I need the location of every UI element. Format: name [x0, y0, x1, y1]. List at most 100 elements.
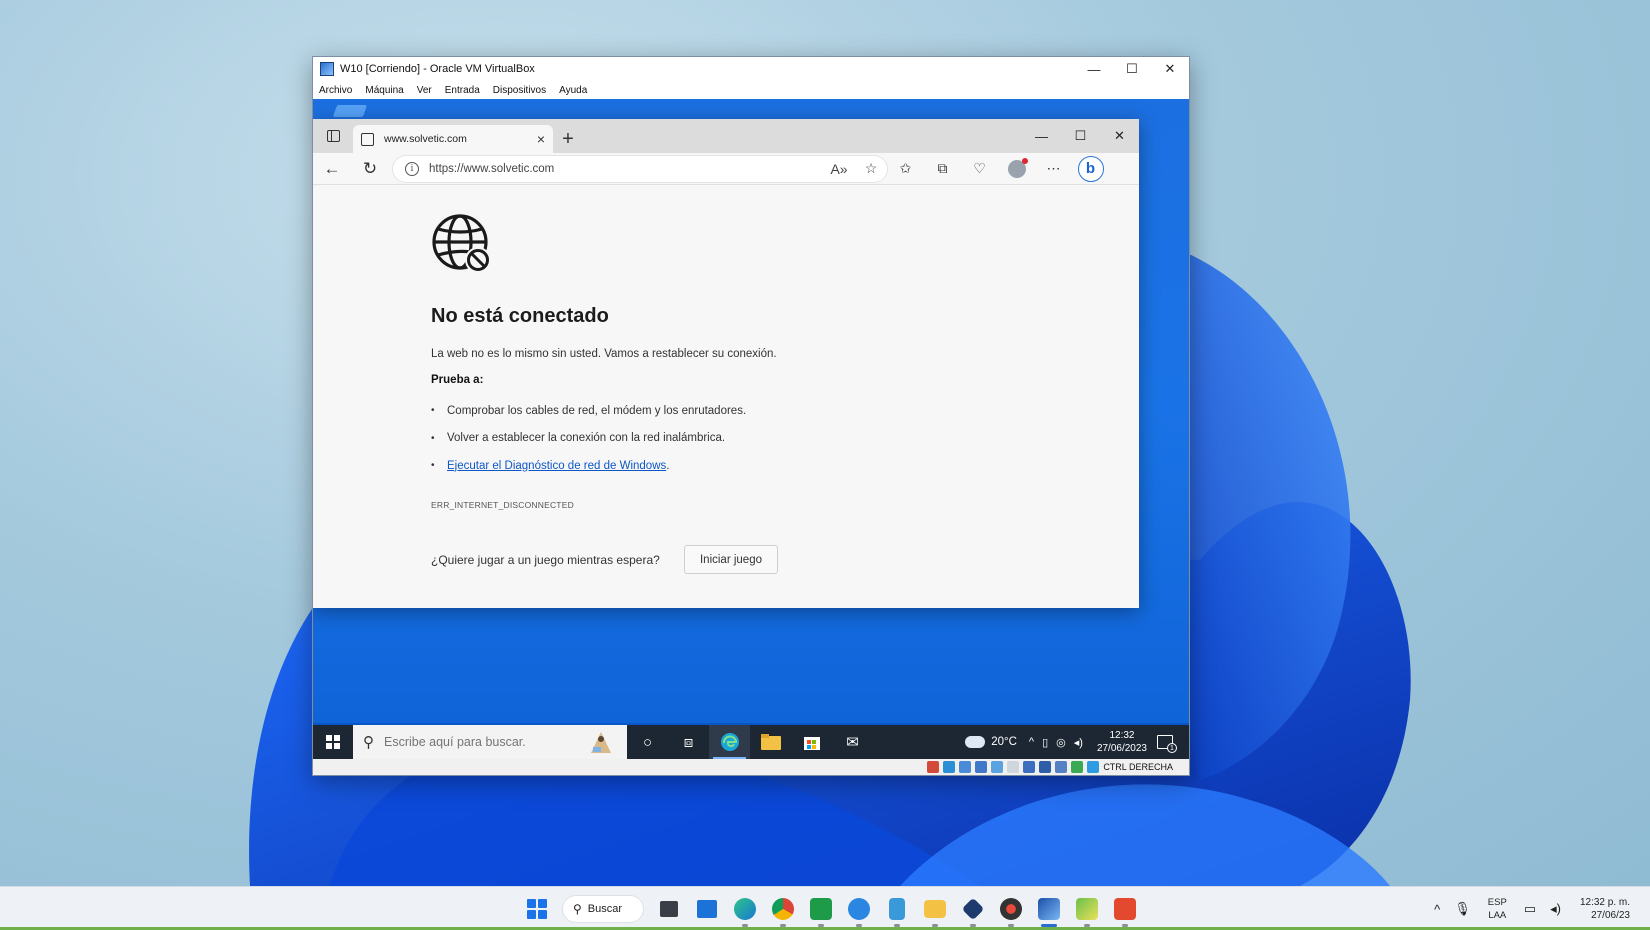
search-icon: ⚲: [363, 734, 374, 751]
profile-button[interactable]: [998, 153, 1035, 185]
site-info-icon[interactable]: i: [405, 161, 419, 176]
host-clock[interactable]: 12:32 p. m. 27/06/23: [1580, 896, 1630, 922]
address-bar[interactable]: i A» ☆: [393, 155, 887, 182]
windows-logo-icon: [527, 899, 547, 919]
lang-code: ESP: [1487, 897, 1507, 908]
taskbar-edge-icon[interactable]: [726, 887, 764, 930]
microphone-icon[interactable]: 🎙: [1454, 901, 1471, 917]
guest-desktop-icon[interactable]: [332, 105, 368, 117]
taskbar-notes-icon[interactable]: [878, 887, 916, 930]
network-icon[interactable]: ▭: [1524, 901, 1536, 917]
host-start-button[interactable]: [518, 887, 556, 930]
back-button[interactable]: ←: [313, 153, 351, 185]
diagnostic-suffix: .: [666, 459, 670, 472]
status-mouse-icon[interactable]: [1071, 761, 1084, 773]
vbox-menu-maquina[interactable]: Máquina: [365, 85, 403, 96]
taskbar-camtasia-icon[interactable]: [802, 887, 840, 930]
notification-center-icon[interactable]: 1: [1157, 735, 1177, 753]
status-display-icon[interactable]: [1023, 761, 1036, 773]
vbox-close-button[interactable]: ✕: [1151, 57, 1189, 81]
status-recording-icon[interactable]: [1039, 761, 1052, 773]
search-icon: ⚲: [573, 902, 582, 916]
volume-icon[interactable]: ◂): [1550, 901, 1561, 917]
vbox-menu-bar: Archivo Máquina Ver Entrada Dispositivos…: [313, 81, 1189, 99]
network-diagnostic-link[interactable]: Ejecutar el Diagnóstico de red de Window…: [447, 460, 666, 472]
cortana-icon[interactable]: ○: [627, 725, 668, 759]
guest-clock[interactable]: 12:32 27/06/2023: [1097, 729, 1147, 755]
tab-actions-button[interactable]: [313, 119, 353, 153]
weather-temperature: 20°C: [991, 736, 1017, 748]
url-input[interactable]: [429, 162, 823, 175]
bing-button[interactable]: b: [1072, 153, 1109, 185]
taskbar-virtualbox-icon[interactable]: [1030, 887, 1068, 930]
taskbar-recorder-icon[interactable]: [1106, 887, 1144, 930]
favorites-icon[interactable]: ✩: [887, 153, 924, 185]
vbox-menu-entrada[interactable]: Entrada: [445, 85, 480, 96]
input-language[interactable]: ESP LAA: [1488, 896, 1507, 922]
vbox-menu-archivo[interactable]: Archivo: [319, 85, 352, 96]
volume-icon[interactable]: ◂): [1074, 736, 1083, 749]
taskbar-chrome-icon[interactable]: [764, 887, 802, 930]
network-globe-icon[interactable]: ◎: [1056, 736, 1066, 749]
host-search-button[interactable]: ⚲ Buscar: [562, 895, 644, 923]
mail-icon[interactable]: ✉: [832, 725, 873, 759]
file-explorer-icon[interactable]: [916, 887, 954, 930]
read-aloud-icon[interactable]: A»: [823, 161, 855, 177]
page-favicon-icon: [361, 132, 374, 146]
browser-tab[interactable]: www.solvetic.com ×: [353, 125, 553, 153]
vbox-title-bar[interactable]: W10 [Corriendo] - Oracle VM VirtualBox —…: [313, 57, 1189, 81]
suggestion-list: • Comprobar los cables de red, el módem y…: [431, 397, 746, 480]
suggestion-text: Comprobar los cables de red, el módem y …: [447, 404, 747, 417]
favorite-star-icon[interactable]: ☆: [855, 160, 887, 177]
taskbar-app-icon[interactable]: [840, 887, 878, 930]
status-usb-icon[interactable]: [991, 761, 1004, 773]
tray-chevron-up-icon[interactable]: ^: [1029, 736, 1034, 748]
status-audio-icon[interactable]: [959, 761, 972, 773]
start-game-button[interactable]: Iniciar juego: [684, 545, 778, 574]
browser-essentials-icon[interactable]: ♡: [961, 153, 998, 185]
edge-maximize-button[interactable]: ☐: [1061, 119, 1100, 153]
host-system-tray: ^ 🎙 ESP LAA ▭ ◂) 12:32 p. m. 27/06/23: [1427, 887, 1630, 930]
taskbar-3d-icon[interactable]: [954, 887, 992, 930]
status-optical-icon[interactable]: [943, 761, 956, 773]
guest-start-button[interactable]: [313, 725, 353, 759]
file-explorer-icon[interactable]: [750, 725, 791, 759]
host-key-label: CTRL DERECHA: [1103, 762, 1173, 772]
vbox-menu-dispositivos[interactable]: Dispositivos: [493, 85, 546, 96]
weather-cloud-icon: [965, 731, 986, 748]
status-cpu-icon[interactable]: [1055, 761, 1068, 773]
tray-chevron-up-icon[interactable]: ^: [1434, 902, 1440, 917]
error-page: No está conectado La web no es lo mismo …: [313, 185, 1139, 608]
guest-system-tray: 20°C ^ ▯ ◎ ◂) 12:32 27/06/2023 1: [965, 725, 1189, 759]
edge-close-button[interactable]: ✕: [1100, 119, 1139, 153]
taskbar-media-icon[interactable]: [992, 887, 1030, 930]
status-shared-folder-icon[interactable]: [1007, 761, 1020, 773]
task-view-icon[interactable]: ⧈: [668, 725, 709, 759]
taskbar-edge-icon[interactable]: [709, 725, 750, 759]
vbox-maximize-button[interactable]: ☐: [1113, 57, 1151, 81]
refresh-button[interactable]: ↻: [351, 153, 389, 185]
status-hdd-icon[interactable]: [927, 761, 940, 773]
vbox-menu-ayuda[interactable]: Ayuda: [559, 85, 587, 96]
try-label: Prueba a:: [431, 374, 484, 386]
settings-more-icon[interactable]: ⋯: [1035, 153, 1072, 185]
tab-close-icon[interactable]: ×: [537, 131, 545, 147]
new-tab-button[interactable]: +: [553, 125, 583, 153]
status-network-icon[interactable]: [975, 761, 988, 773]
weather-widget[interactable]: 20°C: [965, 731, 1017, 748]
guest-search-box[interactable]: ⚲: [353, 725, 627, 759]
edge-minimize-button[interactable]: —: [1022, 119, 1061, 153]
status-keyboard-icon[interactable]: [1087, 761, 1100, 773]
error-title: No está conectado: [431, 305, 609, 327]
widgets-icon[interactable]: [688, 887, 726, 930]
vbox-menu-ver[interactable]: Ver: [417, 85, 432, 96]
task-view-icon[interactable]: [650, 887, 688, 930]
taskbar-paint-icon[interactable]: [1068, 887, 1106, 930]
collections-icon[interactable]: ⧉: [924, 153, 961, 185]
tray-device-icon[interactable]: ▯: [1042, 736, 1048, 749]
vbox-minimize-button[interactable]: —: [1075, 57, 1113, 81]
store-icon[interactable]: [791, 725, 832, 759]
guest-search-input[interactable]: [384, 735, 564, 749]
virtualbox-window[interactable]: W10 [Corriendo] - Oracle VM VirtualBox —…: [312, 56, 1190, 776]
edge-window[interactable]: www.solvetic.com × + — ☐ ✕ ← ↻ i A» ☆: [313, 119, 1139, 608]
